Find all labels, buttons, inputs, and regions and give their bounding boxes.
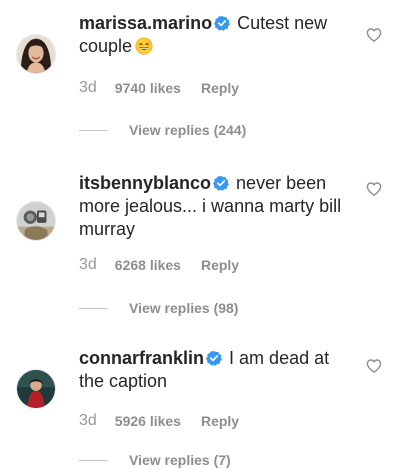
verified-badge-icon — [206, 350, 222, 366]
comment-timestamp[interactable]: 3d — [79, 256, 97, 274]
verified-badge-icon — [213, 175, 229, 191]
avatar[interactable] — [16, 201, 56, 241]
view-replies-label: View replies (98) — [129, 300, 239, 316]
comment-username[interactable]: marissa.marino — [79, 13, 212, 33]
like-heart-icon[interactable] — [366, 181, 382, 197]
view-replies-label: View replies (244) — [129, 122, 247, 138]
comment-timestamp[interactable]: 3d — [79, 79, 97, 97]
like-heart-icon[interactable] — [366, 358, 382, 374]
replies-divider — [79, 129, 108, 131]
avatar[interactable] — [16, 369, 56, 409]
like-count[interactable]: 5926 likes — [115, 413, 181, 429]
comment-meta: 3d 6268 likes Reply — [79, 255, 239, 275]
comment-body: itsbennyblanco never been more jealous..… — [79, 172, 359, 241]
comment-body: marissa.marino Cutest new couple — [79, 12, 359, 58]
verified-badge-icon — [214, 15, 230, 31]
reply-button[interactable]: Reply — [201, 257, 239, 273]
like-heart-icon[interactable] — [366, 27, 382, 43]
comment-meta: 3d 5926 likes Reply — [79, 411, 239, 431]
view-replies-label: View replies (7) — [129, 452, 231, 468]
view-replies-button[interactable]: View replies (244) — [79, 121, 246, 139]
replies-divider — [79, 307, 108, 309]
comment-username[interactable]: itsbennyblanco — [79, 173, 211, 193]
avatar[interactable] — [16, 34, 56, 74]
comment-body: connarfranklin I am dead at the caption — [79, 347, 359, 393]
like-count[interactable]: 9740 likes — [115, 80, 181, 96]
grinning-sweat-emoji — [135, 37, 153, 55]
like-count[interactable]: 6268 likes — [115, 257, 181, 273]
comment-meta: 3d 9740 likes Reply — [79, 78, 239, 98]
comment-username[interactable]: connarfranklin — [79, 348, 204, 368]
avatar-photo — [17, 35, 55, 73]
view-replies-button[interactable]: View replies (98) — [79, 299, 238, 317]
avatar-photo — [17, 370, 55, 408]
comment-timestamp[interactable]: 3d — [79, 412, 97, 430]
reply-button[interactable]: Reply — [201, 413, 239, 429]
reply-button[interactable]: Reply — [201, 80, 239, 96]
avatar-photo — [17, 202, 55, 240]
view-replies-button[interactable]: View replies (7) — [79, 451, 231, 469]
